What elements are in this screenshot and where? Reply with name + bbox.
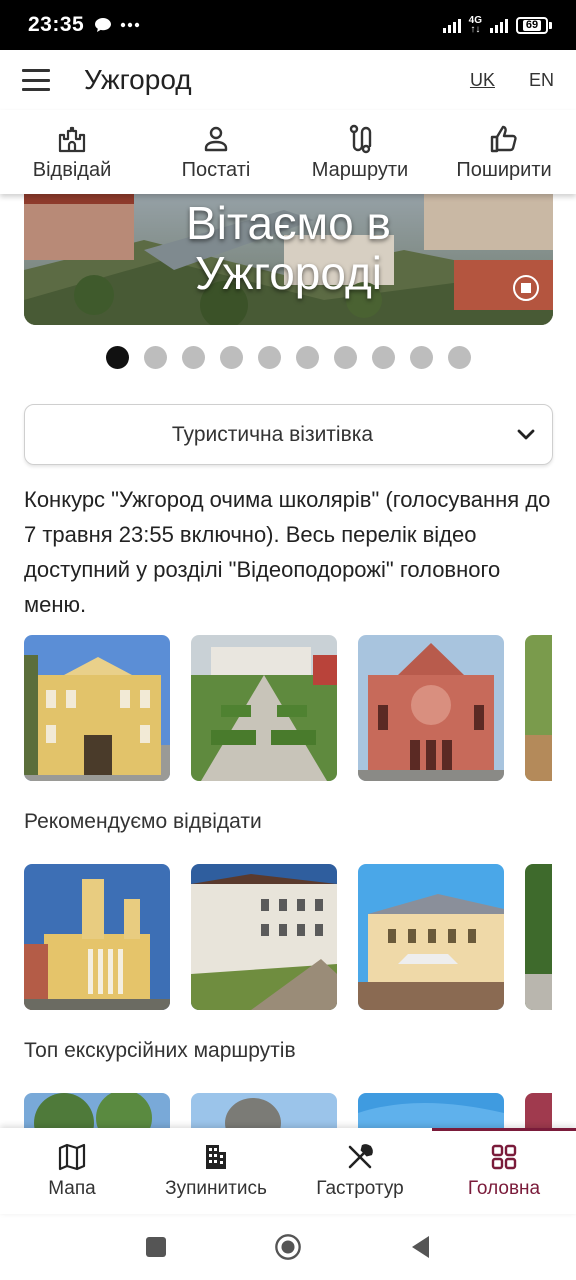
- bottom-nav-label: Головна: [467, 1178, 541, 1199]
- top-nav-visit[interactable]: Відвідай: [0, 110, 144, 194]
- category-dropdown[interactable]: Туристична візитівка: [24, 404, 553, 465]
- chevron-down-icon: [517, 429, 535, 439]
- carousel-dot[interactable]: [143, 346, 167, 369]
- card-yellow-palace[interactable]: [24, 635, 170, 781]
- card-park-aerial[interactable]: [191, 635, 337, 781]
- carousel-dot[interactable]: [219, 346, 243, 369]
- battery-level: 69: [522, 19, 542, 31]
- bottom-nav-label: Гастротур: [316, 1178, 404, 1199]
- triangle-back-icon: [412, 1236, 429, 1258]
- lang-en-link[interactable]: EN: [529, 70, 554, 91]
- status-time: 23:35: [28, 13, 85, 36]
- signal-icon: [442, 17, 461, 33]
- more-dots-icon: [121, 22, 140, 28]
- bottom-nav-stay[interactable]: Зупинитись: [144, 1128, 288, 1214]
- announcement-text: Конкурс "Ужгород очима школярів" (голосу…: [24, 487, 551, 617]
- carousel-dot[interactable]: [371, 346, 395, 369]
- carousel-dot[interactable]: [257, 346, 281, 369]
- recent-apps-button[interactable]: [142, 1233, 170, 1261]
- card-old-town-street[interactable]: [358, 864, 504, 1010]
- top-nav-label: Відвідай: [32, 158, 112, 181]
- battery-icon: 69: [516, 16, 552, 34]
- circle-icon: [275, 1234, 301, 1260]
- top-nav-people[interactable]: Постаті: [144, 110, 288, 194]
- carousel-dot[interactable]: [447, 346, 471, 369]
- carousel-dot[interactable]: [105, 346, 129, 369]
- card-partial[interactable]: [525, 864, 552, 1010]
- top-nav-label: Постаті: [181, 158, 251, 181]
- bottom-nav: Мапа Зупинитись Гастротур Головна: [0, 1128, 576, 1214]
- route-icon: [349, 124, 372, 153]
- bottom-nav-label: Мапа: [48, 1178, 96, 1199]
- video-cards-row: [24, 635, 552, 781]
- fork-knife-icon: [348, 1144, 373, 1169]
- back-button[interactable]: [406, 1233, 434, 1261]
- section-title: Топ екскурсійних маршрутів: [24, 1039, 296, 1062]
- top-nav-label: Маршрути: [311, 158, 409, 181]
- home-button[interactable]: [274, 1233, 302, 1261]
- hamburger-menu-icon[interactable]: [22, 69, 50, 91]
- map-icon: [58, 1143, 86, 1171]
- top-nav-share[interactable]: Поширити: [432, 110, 576, 194]
- page-title: Ужгород: [84, 64, 192, 95]
- top-nav: Відвідай Постаті Маршрути Поширити: [0, 110, 576, 194]
- section-title: Рекомендуємо відвідати: [24, 810, 262, 833]
- language-switcher: UK EN: [470, 70, 554, 91]
- carousel-dot[interactable]: [181, 346, 205, 369]
- recommended-cards-row: [24, 864, 552, 1010]
- building-icon: [206, 1145, 226, 1169]
- dropdown-selected-value: Туристична візитівка: [171, 422, 374, 446]
- card-red-synagogue[interactable]: [358, 635, 504, 781]
- banner-title: Вітаємо в Ужгороді: [186, 197, 391, 299]
- card-castle[interactable]: [191, 864, 337, 1010]
- bottom-nav-gastro[interactable]: Гастротур: [288, 1128, 432, 1214]
- carousel-dot[interactable]: [295, 346, 319, 369]
- signal-icon-2: [490, 17, 508, 33]
- card-cathedral[interactable]: [24, 864, 170, 1010]
- bottom-nav-label: Зупинитись: [165, 1178, 267, 1199]
- chat-bubble-icon: [95, 18, 112, 32]
- hero-banner[interactable]: Вітаємо в Ужгороді: [24, 180, 553, 325]
- grid-icon: [491, 1144, 517, 1170]
- lang-uk-link[interactable]: UK: [470, 70, 495, 91]
- carousel-dot[interactable]: [409, 346, 433, 369]
- app-header: Ужгород UK EN: [0, 50, 576, 110]
- person-icon: [204, 126, 228, 151]
- square-icon: [146, 1237, 166, 1257]
- card-partial[interactable]: [525, 635, 552, 781]
- slideshow-stop-icon[interactable]: [513, 275, 539, 301]
- bottom-nav-home[interactable]: Головна: [432, 1128, 576, 1214]
- castle-icon: [58, 126, 86, 152]
- thumbs-up-icon: [490, 125, 517, 152]
- carousel-dot[interactable]: [333, 346, 357, 369]
- carousel-dots: [0, 346, 576, 369]
- top-nav-routes[interactable]: Маршрути: [288, 110, 432, 194]
- status-bar: 23:35 4G ↑↓ 69: [0, 0, 576, 50]
- top-nav-label: Поширити: [456, 158, 552, 181]
- bottom-nav-map[interactable]: Мапа: [0, 1128, 144, 1214]
- system-nav-bar: [0, 1214, 576, 1280]
- network-type: 4G ↑↓: [468, 15, 482, 35]
